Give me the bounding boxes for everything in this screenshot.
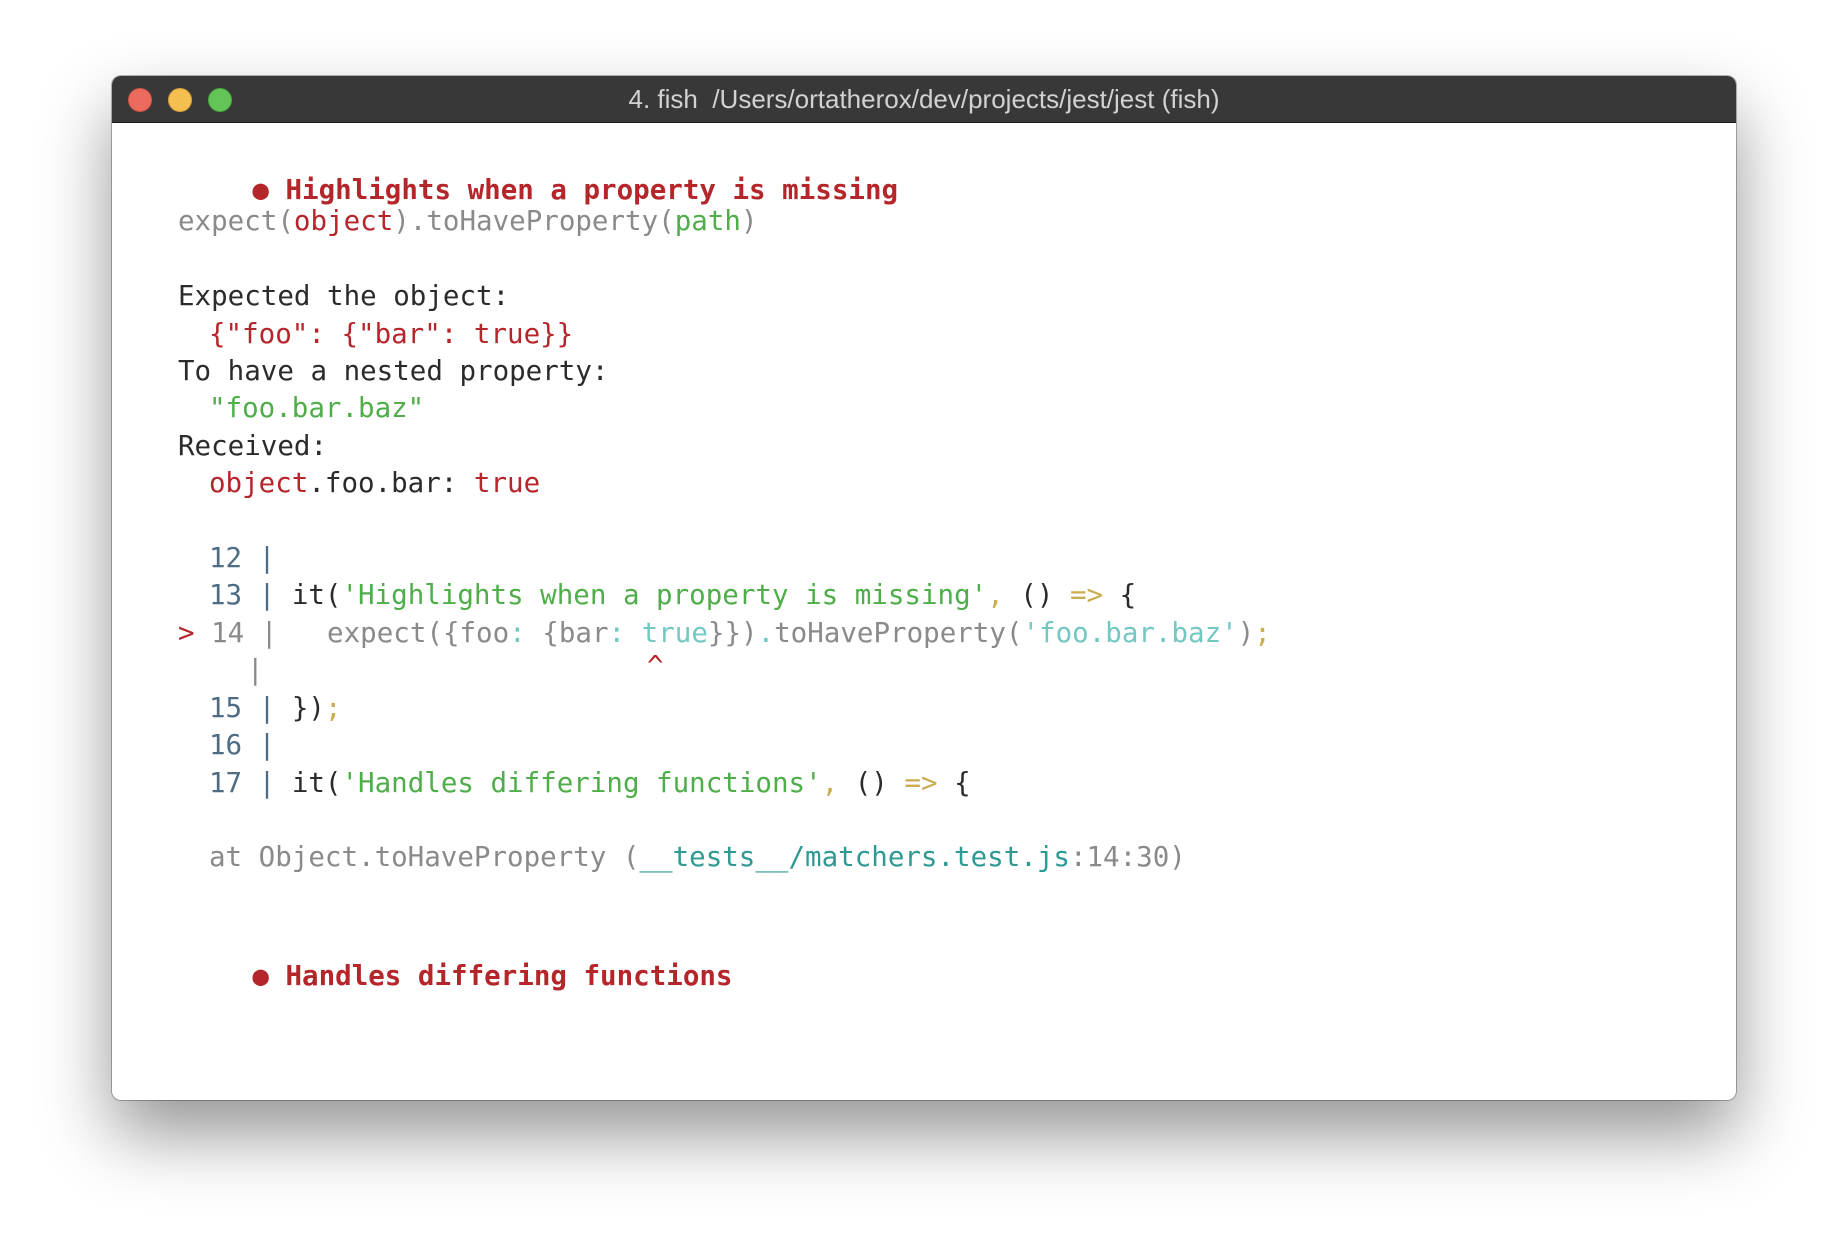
test-failure-heading-2: ● Handles differing functions xyxy=(153,910,732,992)
code-frame-line-14: > 14 | expect({foo: {bar: true}}).toHave… xyxy=(178,617,1271,649)
stack-trace-line: at Object.toHaveProperty (__tests__/matc… xyxy=(209,841,1186,873)
failure-bullet-icon: ● xyxy=(252,960,269,992)
window-title: 4. fish /Users/ortatherox/dev/projects/j… xyxy=(628,84,1220,114)
test-failure-heading: ● Highlights when a property is missing xyxy=(153,124,898,206)
terminal-content[interactable]: ● Highlights when a property is missing … xyxy=(112,122,1736,1100)
matcher-hint: expect(object).toHaveProperty(path) xyxy=(178,205,758,237)
received-value: object.foo.bar: true xyxy=(209,467,541,499)
title-bar[interactable]: 4. fish /Users/ortatherox/dev/projects/j… xyxy=(112,76,1736,123)
error-line-marker: > xyxy=(178,617,195,649)
test-name: Handles differing functions xyxy=(285,960,733,992)
error-caret: ^ xyxy=(647,650,664,682)
code-frame-line-17: 17 | it('Handles differing functions', (… xyxy=(209,767,971,799)
stack-trace-file-link[interactable]: __tests__/matchers.test.js xyxy=(639,841,1069,873)
terminal-window: 4. fish /Users/ortatherox/dev/projects/j… xyxy=(112,76,1736,1100)
